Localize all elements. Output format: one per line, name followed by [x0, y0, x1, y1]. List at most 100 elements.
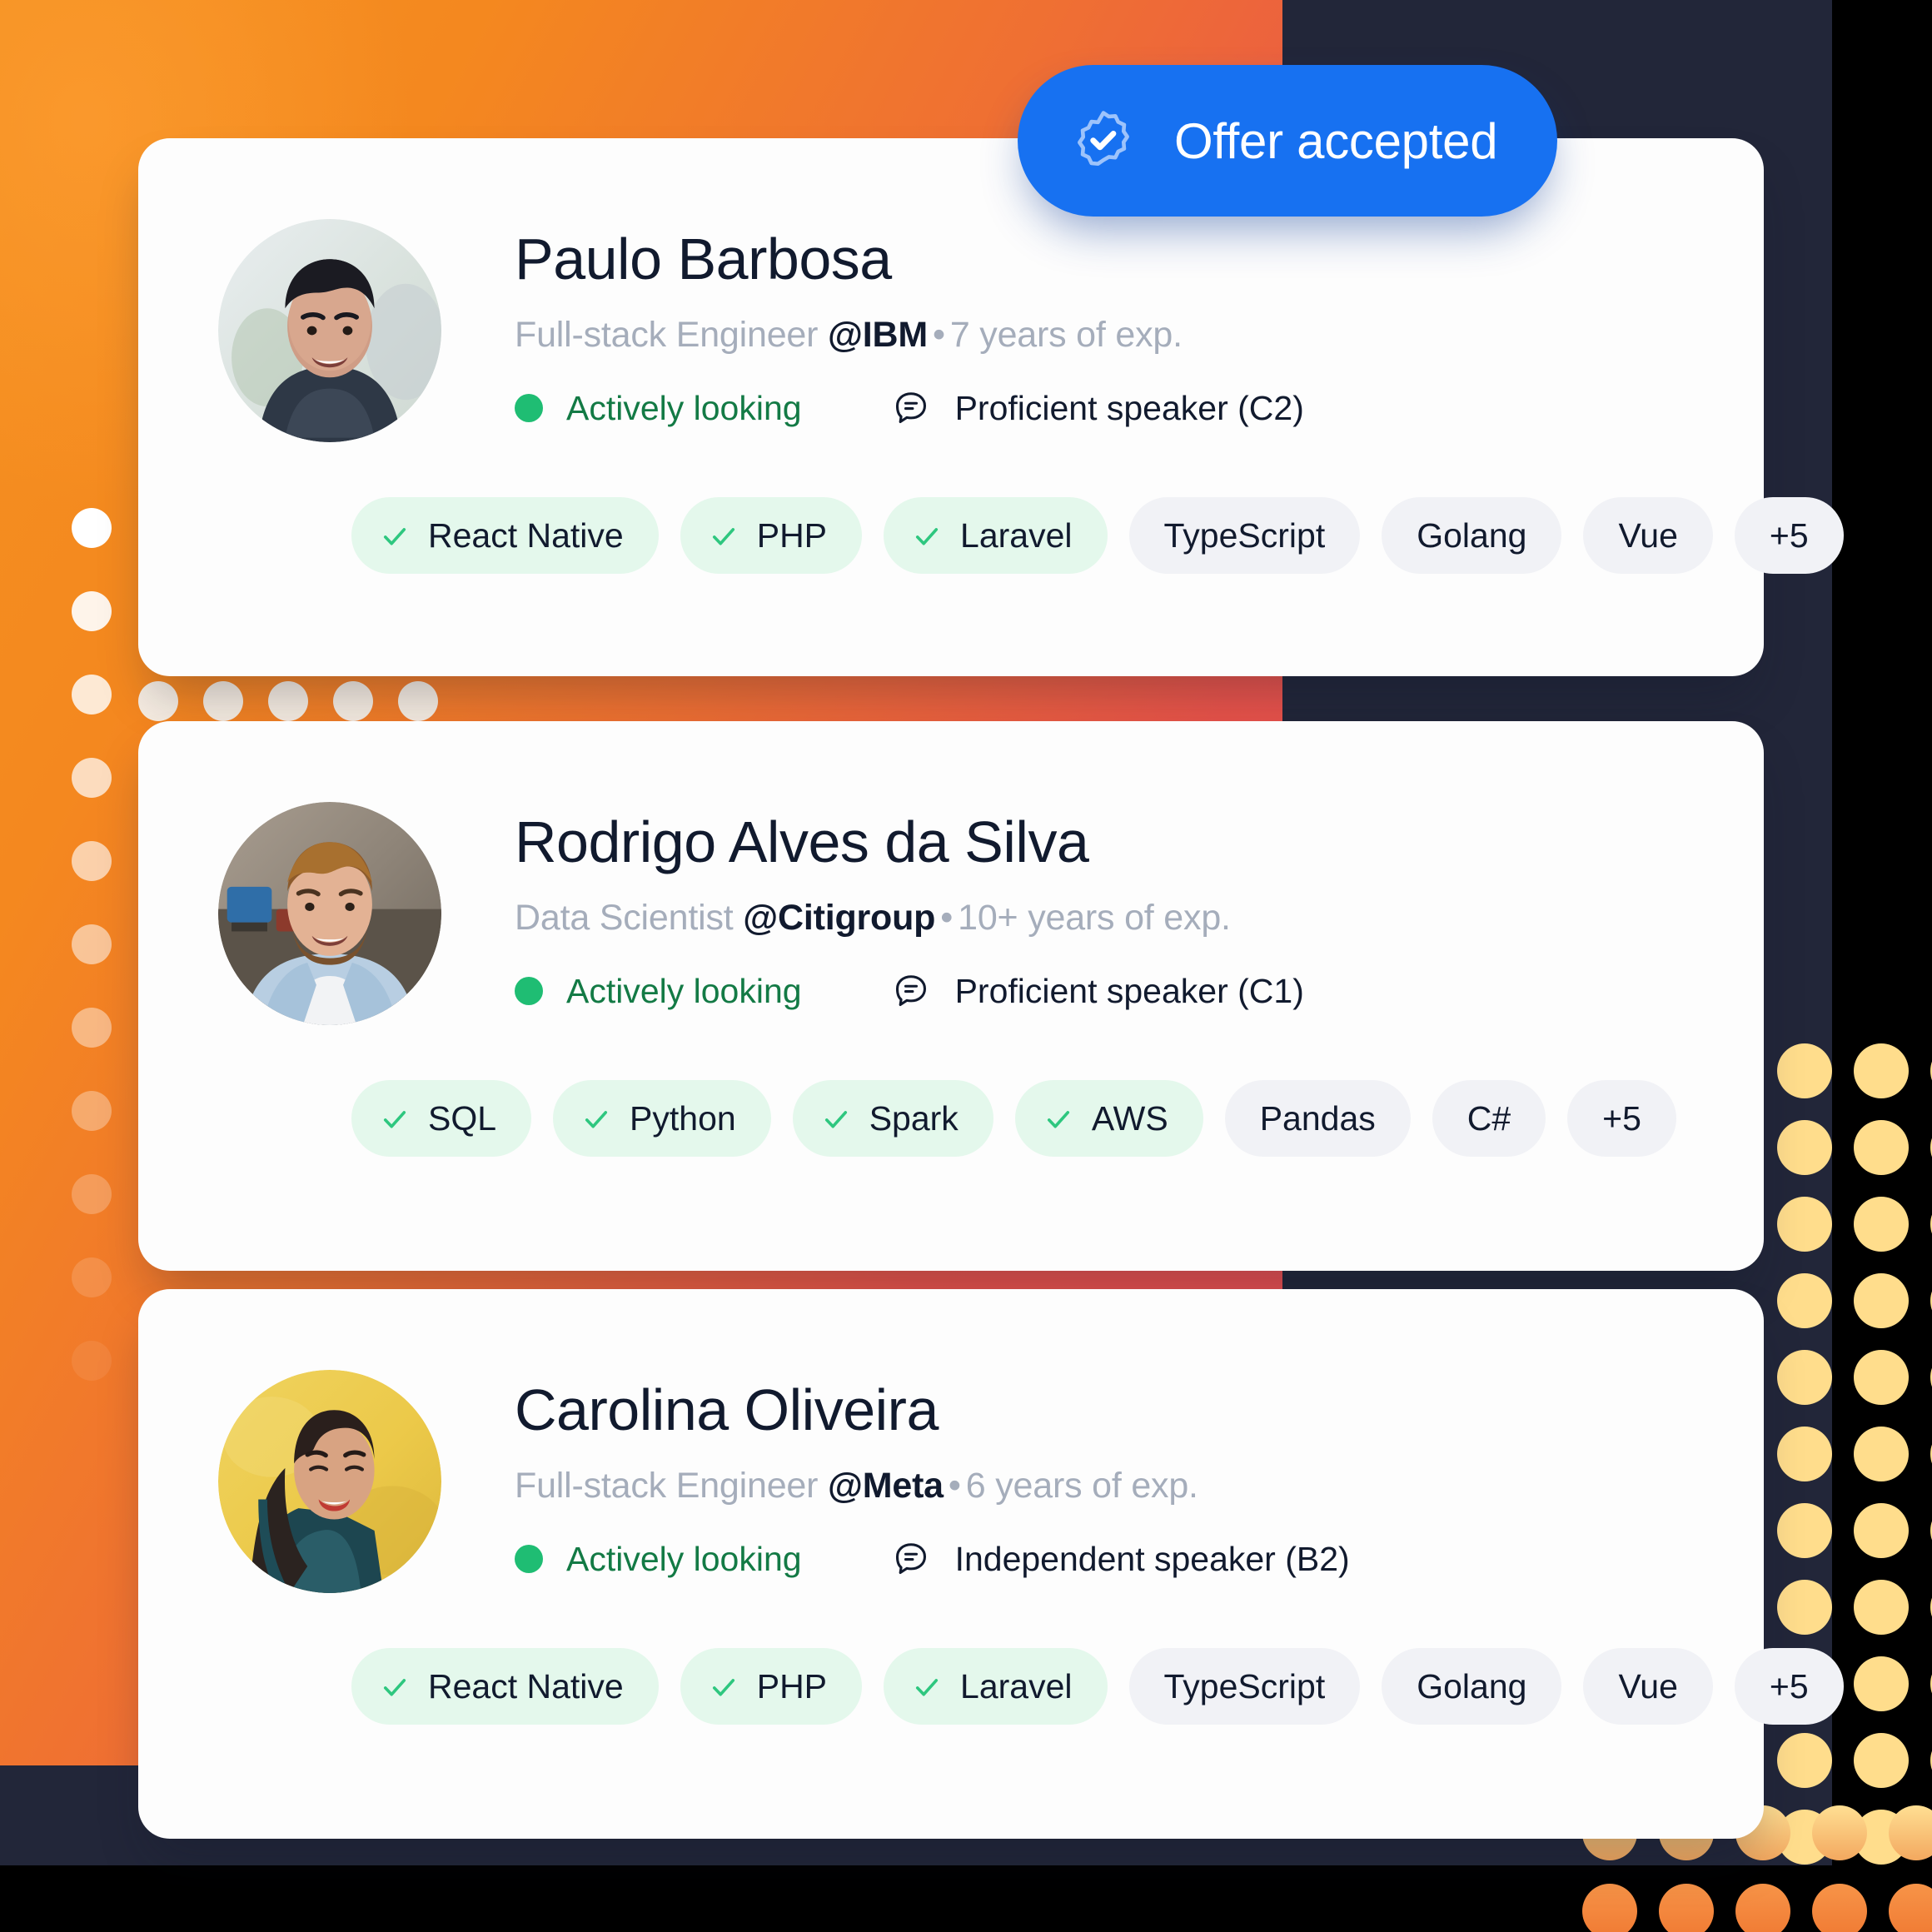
decorative-dot — [1777, 1043, 1832, 1098]
candidate-company: @Citigroup — [743, 897, 936, 938]
candidate-company: @Meta — [828, 1465, 944, 1506]
decorative-dot — [1889, 1884, 1932, 1932]
candidate-meta-row: Actively looking Proficient speaker (C2) — [515, 389, 1304, 428]
decorative-dot — [72, 1341, 112, 1381]
decorative-dot — [72, 841, 112, 881]
decorative-dot — [72, 1091, 112, 1131]
skill-chip[interactable]: +5 — [1734, 497, 1844, 574]
skill-chip-list: React Native PHP Laravel TypeScript Gola… — [138, 1648, 1844, 1725]
decorative-dot — [1854, 1043, 1909, 1098]
skill-chip[interactable]: TypeScript — [1128, 1648, 1361, 1725]
skill-chip-label: Laravel — [960, 515, 1073, 555]
decorative-dot — [138, 681, 178, 721]
candidate-role: Data Scientist — [515, 897, 734, 938]
skill-chip[interactable]: Vue — [1583, 497, 1713, 574]
skill-chip-label: +5 — [1769, 515, 1809, 555]
skill-chip[interactable]: React Native — [351, 1648, 659, 1725]
skill-chip-label: PHP — [756, 515, 828, 555]
skill-chip[interactable]: Python — [553, 1080, 771, 1157]
status-label: Actively looking — [566, 388, 802, 427]
candidate-card[interactable]: Paulo Barbosa Full-stack Engineer @IBM • 7… — [138, 138, 1844, 676]
candidate-company: @IBM — [828, 314, 928, 355]
skill-chip-label: Vue — [1618, 1666, 1678, 1705]
role-separator: • — [932, 314, 945, 355]
skill-chip[interactable]: Pandas — [1224, 1080, 1411, 1157]
candidate-identity: Paulo Barbosa Full-stack Engineer @IBM • 7… — [515, 219, 1304, 428]
decorative-dot — [1854, 1273, 1909, 1328]
skill-chip-list: SQL Python Spark AWS Pandas C# +5 — [138, 1080, 1764, 1157]
decorative-dot — [1854, 1503, 1909, 1558]
skill-chip[interactable]: React Native — [351, 497, 659, 574]
decorative-dot — [72, 1008, 112, 1048]
candidate-header: Carolina Oliveira Full-stack Engineer @M… — [138, 1289, 1764, 1593]
skill-chip-label: PHP — [756, 1666, 828, 1705]
decorative-dot — [72, 1257, 112, 1297]
gap-dot-row-decoration — [138, 681, 438, 721]
candidate-header: Rodrigo Alves da Silva Data Scientist @C… — [138, 721, 1764, 1025]
decorative-dot — [1777, 1350, 1832, 1405]
skill-chip[interactable]: TypeScript — [1128, 497, 1361, 574]
skill-chip-label: TypeScript — [1163, 1666, 1326, 1705]
skill-chip[interactable]: Laravel — [884, 1648, 1108, 1725]
decorative-dot — [72, 508, 112, 548]
language-level-badge: Proficient speaker (C1) — [892, 972, 1304, 1011]
decorative-dot — [268, 681, 308, 721]
candidate-name: Carolina Oliveira — [515, 1377, 939, 1442]
decorative-dot — [1854, 1427, 1909, 1481]
skill-chip[interactable]: PHP — [680, 497, 863, 574]
candidate-card[interactable]: Carolina Oliveira Full-stack Engineer @M… — [138, 1289, 1844, 1839]
decorative-dot — [1777, 1733, 1832, 1788]
offer-accepted-badge[interactable]: Offer accepted — [1018, 65, 1558, 217]
skill-chip-label: Pandas — [1259, 1098, 1376, 1138]
decorative-dot — [1777, 1273, 1832, 1328]
skill-chip-label: Spark — [869, 1098, 959, 1138]
decorative-dot — [1854, 1656, 1909, 1711]
skill-chip[interactable]: +5 — [1567, 1080, 1676, 1157]
check-icon — [581, 1103, 611, 1133]
skill-chip[interactable]: Laravel — [884, 497, 1108, 574]
status-badge: Actively looking — [515, 1540, 802, 1579]
skill-chip[interactable]: Golang — [1382, 1648, 1562, 1725]
decorative-dot — [203, 681, 243, 721]
left-dot-column-decoration — [72, 508, 122, 1424]
status-label: Actively looking — [566, 1539, 802, 1578]
decorative-dot — [72, 675, 112, 715]
candidate-card[interactable]: Rodrigo Alves da Silva Data Scientist @C… — [138, 721, 1764, 1271]
decorative-dot — [1777, 1120, 1832, 1175]
decorative-dot — [333, 681, 373, 721]
decorative-dot — [1854, 1120, 1909, 1175]
skill-chip-list: React Native PHP Laravel TypeScript Gola… — [138, 497, 1844, 574]
skill-chip[interactable]: +5 — [1734, 1648, 1844, 1725]
skill-chip[interactable]: AWS — [1014, 1080, 1203, 1157]
skill-chip[interactable]: C# — [1432, 1080, 1546, 1157]
decorative-dot — [1735, 1884, 1790, 1932]
skill-chip[interactable]: Vue — [1583, 1648, 1713, 1725]
bottom-dot-row-decoration — [1582, 1884, 1932, 1932]
skill-chip-label: Vue — [1618, 515, 1678, 555]
skill-chip[interactable]: Spark — [792, 1080, 993, 1157]
decorative-dot — [72, 591, 112, 631]
check-icon — [821, 1103, 851, 1133]
skill-chip[interactable]: PHP — [680, 1648, 863, 1725]
decorative-dot — [72, 758, 112, 798]
decorative-dot — [1659, 1884, 1714, 1932]
candidate-name: Paulo Barbosa — [515, 227, 892, 291]
skill-chip-label: React Native — [428, 1666, 624, 1705]
candidate-identity: Rodrigo Alves da Silva Data Scientist @C… — [515, 802, 1304, 1011]
language-level-badge: Proficient speaker (C2) — [892, 389, 1304, 428]
skill-chip[interactable]: SQL — [351, 1080, 532, 1157]
decorative-dot — [1854, 1350, 1909, 1405]
skill-chip-label: Golang — [1417, 515, 1527, 555]
speech-bubble-icon — [892, 1540, 930, 1578]
decorative-dot — [72, 924, 112, 964]
skill-chip[interactable]: Golang — [1382, 497, 1562, 574]
skill-chip-label: Laravel — [960, 1666, 1073, 1705]
decorative-dot — [1582, 1884, 1637, 1932]
skill-chip-label: Python — [630, 1098, 736, 1138]
avatar — [218, 1370, 441, 1593]
language-level-label: Proficient speaker (C2) — [954, 388, 1304, 427]
decorative-dot — [72, 1174, 112, 1214]
candidate-role-line: Full-stack Engineer @Meta • 6 years of exp… — [515, 1466, 1350, 1506]
language-level-label: Proficient speaker (C1) — [954, 971, 1304, 1010]
skill-chip-label: +5 — [1769, 1666, 1809, 1705]
